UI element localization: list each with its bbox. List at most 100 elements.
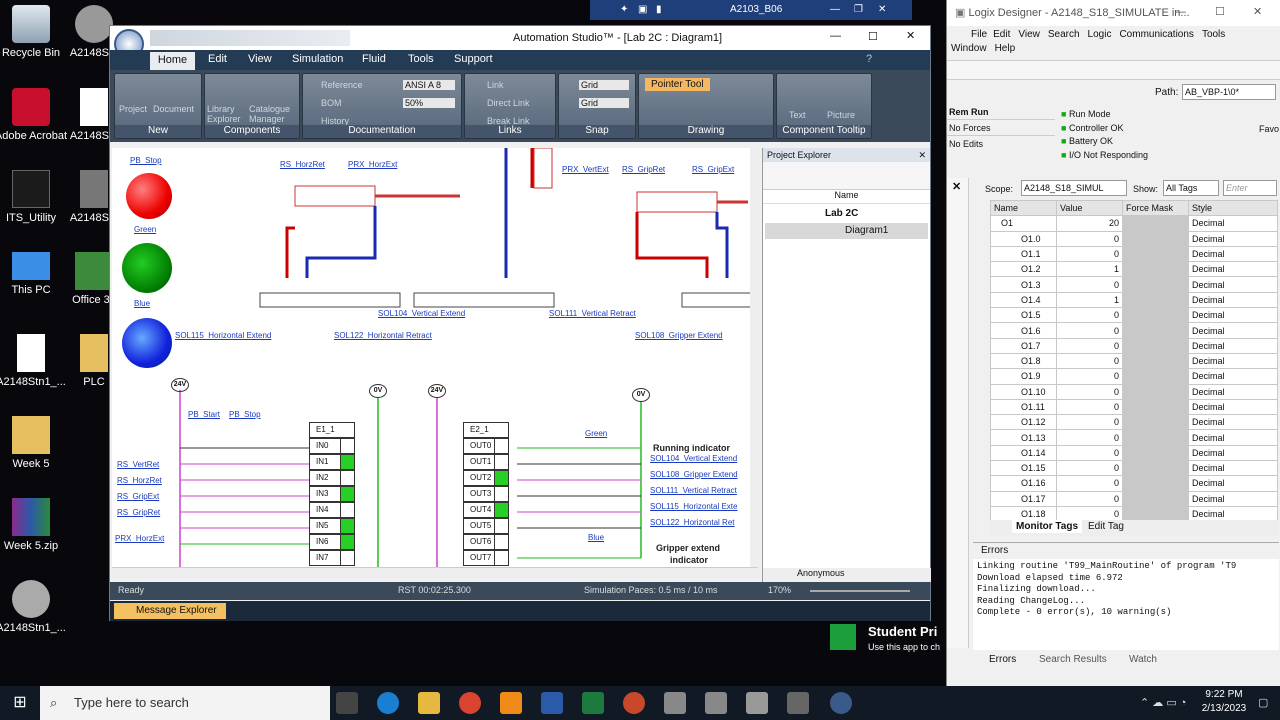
tag-row[interactable]: O1.11 0 Decimal bbox=[990, 398, 1278, 416]
canvas-vscroll[interactable] bbox=[750, 148, 760, 578]
zoom-slider[interactable] bbox=[810, 590, 910, 592]
tree-item-project[interactable]: Lab 2C bbox=[763, 208, 930, 219]
logix-designer-icon[interactable] bbox=[746, 692, 768, 714]
tag-row[interactable]: O1.2 1 Decimal bbox=[990, 261, 1278, 278]
catalogue-manager-button[interactable]: Catalogue Manager bbox=[249, 104, 299, 124]
close-button[interactable]: ✕ bbox=[1253, 5, 1262, 18]
filter-input[interactable]: Enter bbox=[1223, 180, 1277, 196]
tab-errors[interactable]: Errors bbox=[989, 654, 1016, 665]
task-view-icon[interactable] bbox=[336, 692, 358, 714]
tag-row[interactable]: O1.6 0 Decimal bbox=[990, 322, 1278, 339]
label-sol104[interactable]: SOL104_Vertical Extend bbox=[378, 309, 465, 318]
path-field[interactable]: AB_VBP-1\0* bbox=[1182, 84, 1276, 100]
help-icon[interactable]: ? bbox=[866, 53, 872, 65]
label-sol108[interactable]: SOL108_Gripper Extend bbox=[635, 331, 723, 340]
tag-row[interactable]: O1.14 0 Decimal bbox=[990, 444, 1278, 462]
label-sol104-2[interactable]: SOL104_Vertical Extend bbox=[650, 454, 737, 463]
notification-center-icon[interactable]: ▢ bbox=[1258, 696, 1268, 709]
menu-window[interactable]: Window bbox=[951, 43, 987, 54]
plc-input-module[interactable]: E1_1 IN0 IN1 IN2 IN3 IN4 IN5 IN6 IN7 bbox=[309, 422, 359, 570]
pb-stop-light[interactable] bbox=[126, 173, 172, 219]
close-icon[interactable]: ✕ bbox=[878, 0, 886, 20]
label-sol115[interactable]: SOL115_Horizontal Extend bbox=[175, 331, 271, 340]
menu-file[interactable]: File bbox=[971, 29, 987, 40]
network-app-icon[interactable] bbox=[787, 692, 809, 714]
desktop-icon-week5[interactable]: Week 5 bbox=[0, 416, 69, 470]
tab-monitor-tags[interactable]: Monitor Tags bbox=[1012, 520, 1083, 533]
blue-light[interactable] bbox=[122, 318, 172, 368]
tag-row[interactable]: O1.9 0 Decimal bbox=[990, 368, 1278, 385]
tag-row[interactable]: O1.12 0 Decimal bbox=[990, 414, 1278, 431]
menu-logic[interactable]: Logic bbox=[1088, 29, 1112, 40]
excel-icon[interactable] bbox=[582, 692, 604, 714]
label-rs-vertret[interactable]: RS_VertRet bbox=[117, 460, 159, 469]
rslinx-icon[interactable] bbox=[705, 692, 727, 714]
tag-row[interactable]: O1.4 1 Decimal bbox=[990, 291, 1278, 309]
label-sol111-2[interactable]: SOL111_Vertical Retract bbox=[650, 486, 737, 495]
menu-tools[interactable]: Tools bbox=[1202, 29, 1225, 40]
file-explorer-icon[interactable] bbox=[418, 692, 440, 714]
label-green-2[interactable]: Green bbox=[585, 429, 607, 438]
label-sol108-2[interactable]: SOL108_Gripper Extend bbox=[650, 470, 738, 479]
col-value[interactable]: Value bbox=[1056, 199, 1123, 217]
ansi-select[interactable]: ANSI A 8 bbox=[403, 80, 455, 90]
label-blue[interactable]: Blue bbox=[134, 299, 150, 308]
tag-row[interactable]: O1.13 0 Decimal bbox=[990, 429, 1278, 446]
grid-select-1[interactable]: Grid bbox=[579, 80, 629, 90]
link-button[interactable]: Link bbox=[487, 80, 504, 90]
col-name[interactable]: Name bbox=[990, 199, 1057, 217]
tag-row[interactable]: O1.5 0 Decimal bbox=[990, 307, 1278, 324]
col-style[interactable]: Style bbox=[1188, 199, 1278, 217]
text-button[interactable]: Text bbox=[789, 110, 806, 120]
project-button[interactable]: Project bbox=[119, 104, 147, 114]
rslogix-icon[interactable] bbox=[664, 692, 686, 714]
label-rs-gripext-2[interactable]: RS_GripExt bbox=[117, 492, 159, 501]
library-explorer-button[interactable]: Library Explorer bbox=[207, 104, 247, 124]
tag-row[interactable]: O1.8 0 Decimal bbox=[990, 352, 1278, 370]
plc-output-module[interactable]: E2_1 OUT0 OUT1 OUT2 OUT3 OUT4 OUT5 OUT6 OUT7 bbox=[463, 422, 513, 570]
tag-row[interactable]: O1.17 0 Decimal bbox=[990, 490, 1278, 507]
label-pb-stop-2[interactable]: PB_Stop bbox=[229, 410, 261, 419]
label-rs-gripret[interactable]: RS_GripRet bbox=[622, 165, 665, 174]
tag-row[interactable]: O1.16 0 Decimal bbox=[990, 475, 1278, 492]
label-rs-gripret-2[interactable]: RS_GripRet bbox=[117, 508, 160, 517]
desktop-icon-week5-zip[interactable]: Week 5.zip bbox=[0, 498, 69, 552]
label-rs-horzret-2[interactable]: RS_HorzRet bbox=[117, 476, 162, 485]
reference-button[interactable]: Reference bbox=[321, 80, 363, 90]
clock[interactable]: 9:22 PM 2/13/2023 bbox=[1196, 688, 1252, 716]
desktop-icon-a2148stn1-b[interactable]: A2148Stn1_... bbox=[0, 580, 69, 634]
document-button[interactable]: Document bbox=[153, 104, 194, 114]
notification-toast[interactable]: Student Pri Use this app to ch bbox=[826, 620, 946, 660]
label-prx-horzext[interactable]: PRX_HorzExt bbox=[348, 160, 397, 169]
menu-help[interactable]: Help bbox=[995, 43, 1016, 54]
tab-home[interactable]: Home bbox=[150, 52, 195, 70]
favorites-tab[interactable]: Favo bbox=[1259, 124, 1279, 134]
tag-row[interactable]: O1.1 0 Decimal bbox=[990, 245, 1278, 263]
tab-edit-tags[interactable]: Edit Tag bbox=[1084, 520, 1128, 533]
minimize-icon[interactable]: — bbox=[830, 0, 840, 20]
tab-search-results[interactable]: Search Results bbox=[1039, 654, 1107, 665]
close-button[interactable]: ✕ bbox=[906, 29, 915, 42]
label-sol115-2[interactable]: SOL115_Horizontal Exte bbox=[650, 502, 737, 511]
label-sol122-2[interactable]: SOL122_Horizontal Ret bbox=[650, 518, 735, 527]
label-rs-gripext[interactable]: RS_GripExt bbox=[692, 165, 734, 174]
label-rs-horzret[interactable]: RS_HorzRet bbox=[280, 160, 325, 169]
col-force-mask[interactable]: Force Mask bbox=[1122, 199, 1189, 217]
tab-view[interactable]: View bbox=[248, 53, 272, 65]
close-icon[interactable]: ✕ bbox=[952, 180, 961, 193]
minimize-button[interactable]: — bbox=[830, 30, 841, 42]
message-explorer-tab[interactable]: Message Explorer bbox=[114, 603, 226, 619]
tree-item-diagram[interactable]: Diagram1 bbox=[765, 223, 928, 239]
tab-simulation[interactable]: Simulation bbox=[292, 53, 343, 65]
tab-support[interactable]: Support bbox=[454, 53, 493, 65]
green-light[interactable] bbox=[122, 243, 172, 293]
tag-row[interactable]: O1.10 0 Decimal bbox=[990, 383, 1278, 400]
menu-communications[interactable]: Communications bbox=[1119, 29, 1193, 40]
minimize-button[interactable]: — bbox=[1175, 6, 1186, 18]
bom-button[interactable]: BOM bbox=[321, 98, 342, 108]
menu-search[interactable]: Search bbox=[1048, 29, 1080, 40]
label-pb-start[interactable]: PB_Start bbox=[188, 410, 220, 419]
label-prx-horzext-2[interactable]: PRX_HorzExt bbox=[115, 534, 164, 543]
tag-row[interactable]: O1.3 0 Decimal bbox=[990, 276, 1278, 293]
maximize-button[interactable]: ☐ bbox=[1215, 5, 1225, 18]
